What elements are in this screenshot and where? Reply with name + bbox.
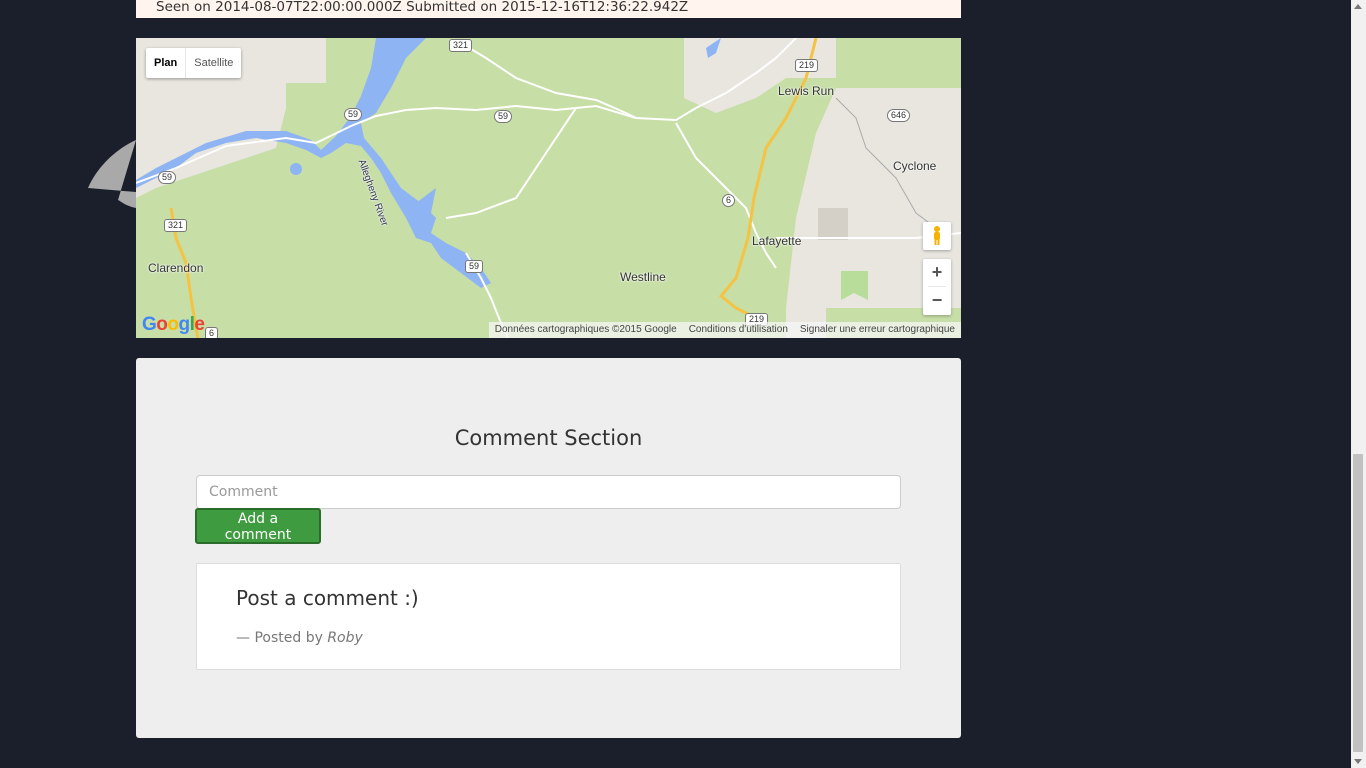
zoom-in-button[interactable]: + xyxy=(923,259,951,286)
map-container[interactable]: Plan Satellite Lewis Run Cyclone Lafayet… xyxy=(136,38,961,338)
map-data-credit: Données cartographiques ©2015 Google xyxy=(494,324,677,335)
map-place-label: Lafayette xyxy=(752,234,802,248)
google-logo[interactable]: Google xyxy=(142,314,205,336)
route-shield: 59 xyxy=(465,260,484,273)
comment-posted-by-label: — Posted by xyxy=(236,630,323,646)
zoom-out-button[interactable]: − xyxy=(923,287,951,314)
map-canvas[interactable] xyxy=(136,38,961,338)
map-zoom-control: + − xyxy=(923,259,951,315)
map-place-label: Lewis Run xyxy=(778,84,835,98)
comment-text: Post a comment :) xyxy=(236,586,419,610)
route-shield: 646 xyxy=(887,109,911,122)
comment-section: Comment Section Add a comment Post a com… xyxy=(136,358,961,738)
comment-author: Roby xyxy=(327,630,363,646)
scroll-down-arrow-icon[interactable] xyxy=(1354,759,1362,764)
sighting-info-bar: Seen on 2014-08-07T22:00:00.000Z Submitt… xyxy=(136,0,961,18)
map-place-label: Westline xyxy=(620,270,666,284)
comment-section-title: Comment Section xyxy=(454,426,643,450)
map-report-error-link[interactable]: Signaler une erreur cartographique xyxy=(794,322,961,338)
street-view-pegman-icon[interactable] xyxy=(923,222,951,250)
comment-card: Post a comment :) — Posted by Roby xyxy=(196,563,901,670)
sighting-seen-text: Seen on 2014-08-07T22:00:00.000Z Submitt… xyxy=(156,0,689,15)
scrollbar-thumb[interactable] xyxy=(1353,454,1363,752)
add-comment-button[interactable]: Add a comment xyxy=(195,508,321,544)
route-shield: 6 xyxy=(205,327,219,338)
route-shield: 59 xyxy=(344,108,363,121)
map-footer: Données cartographiques ©2015 Google Con… xyxy=(488,322,961,338)
map-type-satellite-button[interactable]: Satellite xyxy=(186,48,241,78)
route-shield: 321 xyxy=(164,219,188,232)
map-type-plan-button[interactable]: Plan xyxy=(146,48,187,78)
map-type-control: Plan Satellite xyxy=(146,48,242,78)
map-place-label: Clarendon xyxy=(148,261,204,275)
comment-meta: — Posted by Roby xyxy=(236,630,363,646)
page-scrollbar[interactable] xyxy=(1351,0,1366,768)
route-shield: 6 xyxy=(722,194,736,207)
map-place-label: Cyclone xyxy=(893,159,937,173)
route-shield: 59 xyxy=(158,171,177,184)
route-shield: 59 xyxy=(494,110,513,123)
comment-input[interactable] xyxy=(196,475,901,509)
map-terms-link[interactable]: Conditions d'utilisation xyxy=(683,322,794,338)
route-shield: 219 xyxy=(795,59,819,72)
scroll-up-arrow-icon[interactable] xyxy=(1354,4,1362,9)
route-shield: 321 xyxy=(449,39,473,52)
